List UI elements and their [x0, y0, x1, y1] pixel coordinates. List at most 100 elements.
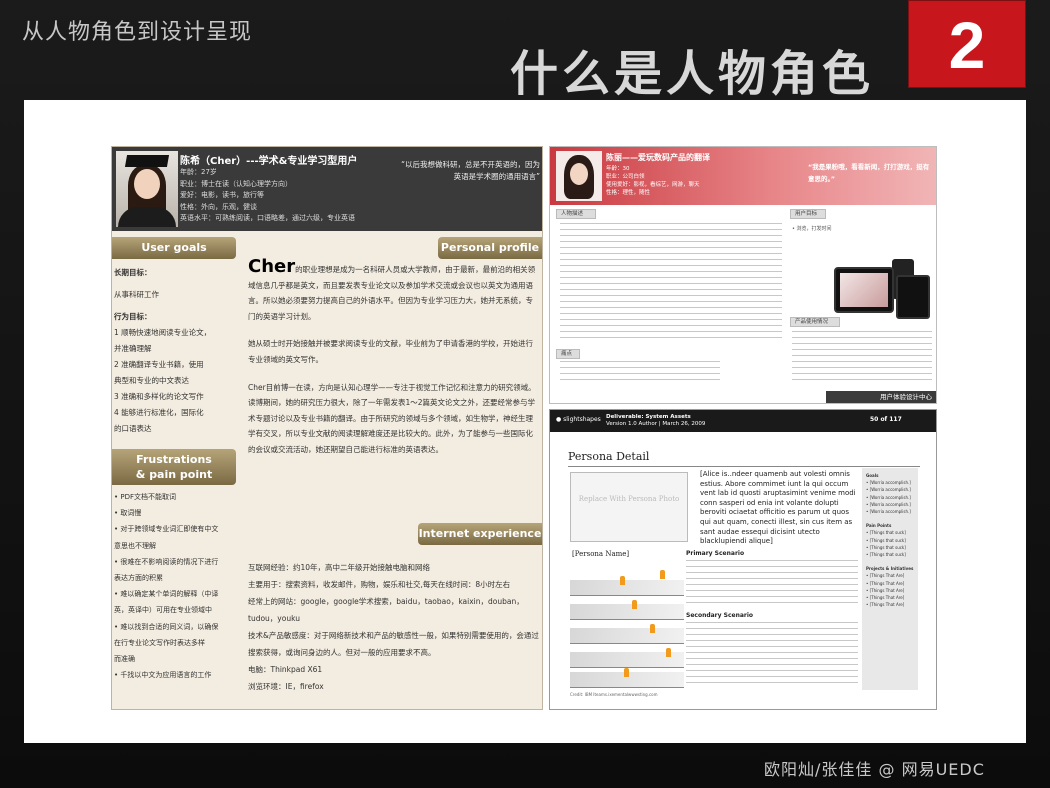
long-term-goal: 从事科研工作 [114, 290, 159, 299]
personal-profile-tag: Personal profile [438, 237, 542, 259]
persona-info-line: 职业：公司白领 [606, 174, 645, 180]
frustration-item: 意思也不理解 [114, 541, 156, 550]
section-tag: 用户目标 [790, 209, 826, 219]
primary-scenario-text [686, 560, 858, 606]
frustration-item: • 取词慢 [114, 509, 142, 518]
frustration-item: 表达方面的积累 [114, 574, 163, 583]
action-goal: 典型和专业的中文表达 [114, 376, 189, 385]
internet-experience-list: 互联网经验：约10年，高中二年级开始接触电脑和网络 主要用于：搜索资料，收发邮件… [248, 559, 540, 695]
photo-placeholder [570, 472, 688, 542]
side-item: • [Worria accomplish.] [866, 494, 911, 500]
frustration-item: • PDF文档不能取词 [114, 493, 176, 501]
side-item: • [Things That Are] [866, 602, 905, 608]
side-item: • [Things That Are] [866, 580, 905, 586]
persona-info-line: 职业：博士在读（认知心理学方向） [180, 179, 292, 188]
side-item: • [Things that suck] [866, 537, 906, 543]
frustration-item: 在行专业论文写作时表达多样 [114, 638, 205, 647]
persona-header: 陈希（Cher）---学术&专业学习型用户 年龄：27岁 职业：博士在读（认知心… [112, 147, 542, 231]
frustration-item: • 难以找到合适的同义词，以确保 [114, 622, 219, 631]
persona-info-line: 爱好：电影，读书，旅行等 [180, 191, 264, 199]
action-goal: 的口语表达 [114, 424, 152, 433]
internet-experience-tag: Internet experience [418, 523, 542, 545]
title-divider [568, 466, 920, 467]
persona-info-line: 使用爱好：影视，看综艺，网游，聊天 [606, 182, 700, 188]
frustration-item: 而准确 [114, 655, 135, 664]
document-version: Version 1.0 Author | March 26, 2009 [606, 421, 706, 427]
person-icon [660, 570, 665, 579]
slide-title: 什么是人物角色 [510, 46, 875, 102]
person-icon [624, 668, 629, 677]
person-icon [620, 576, 625, 585]
usage-text-block [792, 331, 932, 383]
personal-profile-text: Cher的职业理想是成为一名科研人员或大学教师，由于最新，最前沿的相关领域信息几… [248, 256, 540, 470]
person-icon [666, 648, 671, 657]
description-text-block [560, 223, 782, 343]
side-item: Projects & Initiatives [866, 566, 914, 572]
persona-info: 年龄：27岁 职业：博士在读（认知心理学方向） 爱好：电影，读书，旅行等 性格：… [180, 167, 355, 225]
scenario-bar [570, 628, 684, 644]
tablet-device-image [896, 275, 930, 319]
persona-info: 年龄：30 职业：公司白领 使用爱好：影视，看综艺，网游，聊天 性格：理性，随性 [606, 165, 700, 197]
persona-name: 陈希（Cher）---学术&专业学习型用户 [180, 156, 358, 167]
persona-name-placeholder: [Persona Name] [572, 550, 630, 558]
frustration-item: • 千找以中文为应用语言的工作 [114, 671, 212, 680]
profile-paragraph: Cher目前博一在读，方向是认知心理学——专注于视觉工作记忆和注意力的研究领域。… [248, 382, 536, 454]
internet-item: 经常上的网站：google，google学术搜索，baidu，taobao，ka… [248, 597, 524, 623]
source-credit: Credit: IBM Iteams.ixementalwwwsting.com [570, 692, 658, 697]
profile-paragraph: 她从硕士时开始接触并被要求阅读专业的文献，毕业前为了申请香港的学校，开始进行专业… [248, 339, 533, 364]
side-panel-list: Goals • [Worria accomplish.] • [Worria a… [866, 472, 916, 608]
scenario-bars [570, 560, 684, 688]
pain-point-text-block [560, 361, 720, 385]
persona-info-line: 性格：理性，随性 [606, 190, 651, 196]
page-indicator: 50 of 117 [870, 416, 902, 423]
author-credit: 欧阳灿/张佳佳 @ 网易UEDC [764, 760, 985, 779]
frustration-item: • 对于跨领域专业词汇即使有中文 [114, 525, 219, 534]
secondary-scenario-heading: Secondary Scenario [686, 612, 754, 619]
tablet-device-image [834, 267, 894, 313]
side-item: Pain Points [866, 523, 892, 529]
section-tag: 人物描述 [556, 209, 596, 219]
persona-detail-template: ● slightshapes Deliverable: System Asset… [549, 409, 937, 710]
profile-lead-word: Cher [248, 256, 296, 277]
user-goals-list: 长期目标： 从事科研工作 行为目标： 1 顺畅快速地阅读专业论文， 并准确理解 … [114, 265, 236, 437]
section-tag: 产品使用情况 [790, 317, 840, 327]
frustrations-list: • PDF文档不能取词 • 取词慢 • 对于跨领域专业词汇即使有中文 意思也不理… [114, 489, 236, 683]
long-term-goal-label: 长期目标： [114, 268, 152, 277]
action-goal: 4 能够进行标准化，国际化 [114, 408, 204, 417]
secondary-scenario-text [686, 622, 858, 688]
persona-quote: [Alice is..ndeer quamenb aut volesti omn… [700, 470, 856, 546]
document-title: Deliverable: System Assets [606, 414, 691, 420]
side-item: • [Things That Are] [866, 587, 905, 593]
persona-photo [556, 151, 602, 201]
action-goal: 1 顺畅快速地阅读专业论文， [114, 328, 212, 337]
scenario-bar [570, 580, 684, 596]
side-item: • [Things that suck] [866, 552, 906, 558]
frustrations-tag-line: Frustrations [136, 453, 212, 466]
side-item: • [Worria accomplish.] [866, 480, 911, 486]
persona-info-line: 性格：外向，乐观，健谈 [180, 202, 257, 211]
frustration-item: • 很难在不影响阅读的情况下进行 [114, 557, 219, 566]
photo-placeholder-label: Replace With Persona Photo [578, 495, 680, 503]
person-icon [650, 624, 655, 633]
persona-detail-title: Persona Detail [568, 450, 650, 463]
frustration-item: 英，英译中）可用在专业领域中 [114, 606, 212, 615]
persona-info-line: 年龄：30 [606, 166, 630, 172]
section-subtitle: 从人物角色到设计呈现 [22, 20, 253, 45]
slide-number-badge: 2 [908, 0, 1026, 88]
scenario-bar [570, 604, 684, 620]
frustration-item: • 难以确定某个单词的解释（中译 [114, 590, 219, 599]
side-item: Goals [866, 473, 879, 478]
user-goal-item: • 浏览，打发时间 [792, 226, 832, 232]
internet-item: 电脑：Thinkpad X61 [248, 665, 323, 674]
persona-quote: “我是果粉哦，看看新闻，打打游戏，挺有意思的。” [808, 163, 930, 183]
persona-card-cher: 陈希（Cher）---学术&专业学习型用户 年龄：27岁 职业：博士在读（认知心… [111, 146, 543, 710]
document-meta: Deliverable: System Assets Version 1.0 A… [606, 414, 705, 428]
action-goal: 并准确理解 [114, 344, 152, 353]
card-footer-brand: 用户体验设计中心 [826, 391, 936, 403]
action-goals-label: 行为目标： [114, 312, 152, 321]
internet-item: 浏览环境：IE，firefox [248, 682, 324, 691]
action-goal: 3 准确和多样化的论文写作 [114, 392, 204, 401]
action-goal: 2 准确翻译专业书籍，使用 [114, 360, 204, 369]
slide-number: 2 [948, 8, 986, 82]
side-item: • [Worria accomplish.] [866, 487, 911, 493]
